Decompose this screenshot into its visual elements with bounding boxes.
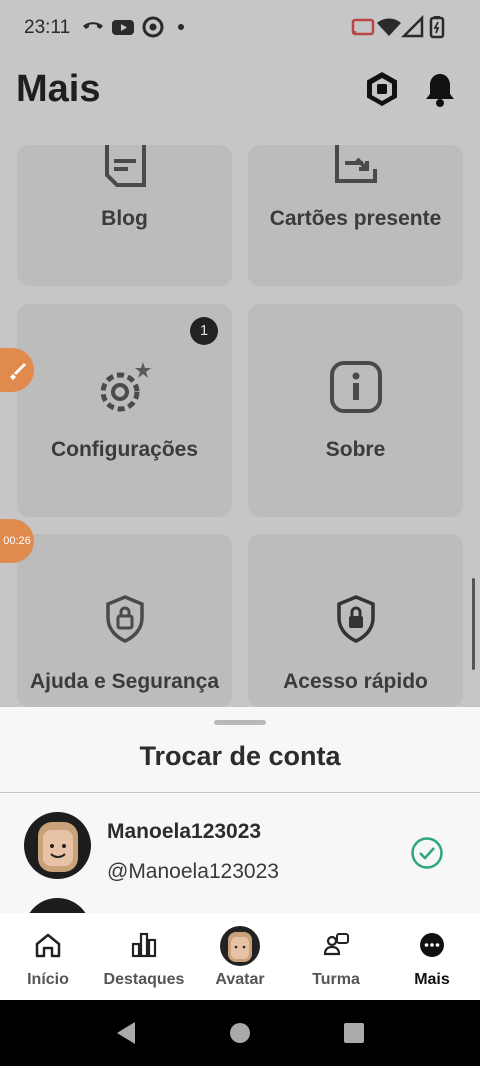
info-icon [329, 361, 382, 413]
account-handle: @Manoela123023 [107, 860, 279, 883]
nav-more[interactable]: Mais [384, 913, 480, 1000]
scrollbar[interactable] [472, 578, 475, 670]
robux-icon[interactable] [360, 68, 404, 112]
nav-label: Avatar [215, 971, 265, 988]
tile-blog[interactable]: Blog [17, 145, 232, 286]
people-icon [323, 933, 349, 956]
chrome-icon [142, 16, 164, 38]
divider [0, 792, 480, 793]
shield-lock-icon [336, 595, 375, 643]
tile-label: Configurações [50, 438, 199, 461]
chart-icon [131, 932, 157, 958]
bell-icon[interactable] [418, 68, 462, 112]
status-time: 23:11 [24, 17, 71, 38]
battery-icon [429, 16, 445, 39]
tile-label: Ajuda e Segurança [29, 670, 220, 693]
sheet-drag-handle[interactable] [214, 720, 266, 725]
tile-label: Blog [101, 207, 148, 230]
shield-lock-icon [105, 595, 144, 643]
gear-icon [100, 362, 151, 412]
account-name: Manoela123023 [107, 820, 262, 843]
recents-icon[interactable] [343, 1022, 365, 1044]
call-icon [83, 22, 103, 29]
gift-card-icon [334, 145, 377, 183]
youtube-icon [112, 20, 134, 35]
system-nav-bar [0, 1000, 480, 1066]
nav-label: Mais [414, 971, 450, 988]
check-circle-icon [411, 837, 443, 869]
tile-quick-access[interactable]: Acesso rápido [248, 534, 463, 707]
back-icon[interactable] [114, 1020, 138, 1046]
signal-icon [400, 14, 424, 38]
wifi-icon [377, 18, 401, 36]
tile-label: Cartões presente [269, 207, 442, 230]
brush-icon [10, 363, 26, 380]
sheet-title: Trocar de conta [139, 741, 341, 771]
nav-charts[interactable]: Destaques [96, 913, 192, 1000]
nav-home[interactable]: Início [0, 913, 96, 1000]
home-icon [35, 933, 61, 958]
nav-label: Turma [312, 971, 360, 988]
bottom-nav: Início Destaques Avatar Turma Mais [0, 913, 480, 1000]
nav-avatar[interactable]: Avatar [192, 913, 288, 1000]
nav-friends[interactable]: Turma [288, 913, 384, 1000]
blog-icon [104, 145, 146, 187]
tile-label: Acesso rápido [283, 670, 428, 693]
nav-label: Destaques [103, 971, 185, 988]
status-bar: 23:11 [0, 0, 480, 56]
avatar-icon [38, 822, 78, 872]
tile-about[interactable]: Sobre [248, 304, 463, 517]
home-button-icon[interactable] [229, 1022, 251, 1044]
page-title: Mais [16, 68, 101, 110]
more-icon [420, 933, 444, 957]
tile-label: Sobre [325, 438, 386, 461]
tile-gift-cards[interactable]: Cartões presente [248, 145, 463, 286]
nav-label: Início [27, 971, 69, 988]
dot-icon [178, 24, 184, 30]
tile-help-safety[interactable]: Ajuda e Segurança [17, 534, 232, 707]
avatar-icon [220, 926, 260, 966]
cast-icon [351, 18, 375, 36]
notification-badge: 1 [190, 317, 218, 345]
account-avatar[interactable] [24, 812, 91, 879]
